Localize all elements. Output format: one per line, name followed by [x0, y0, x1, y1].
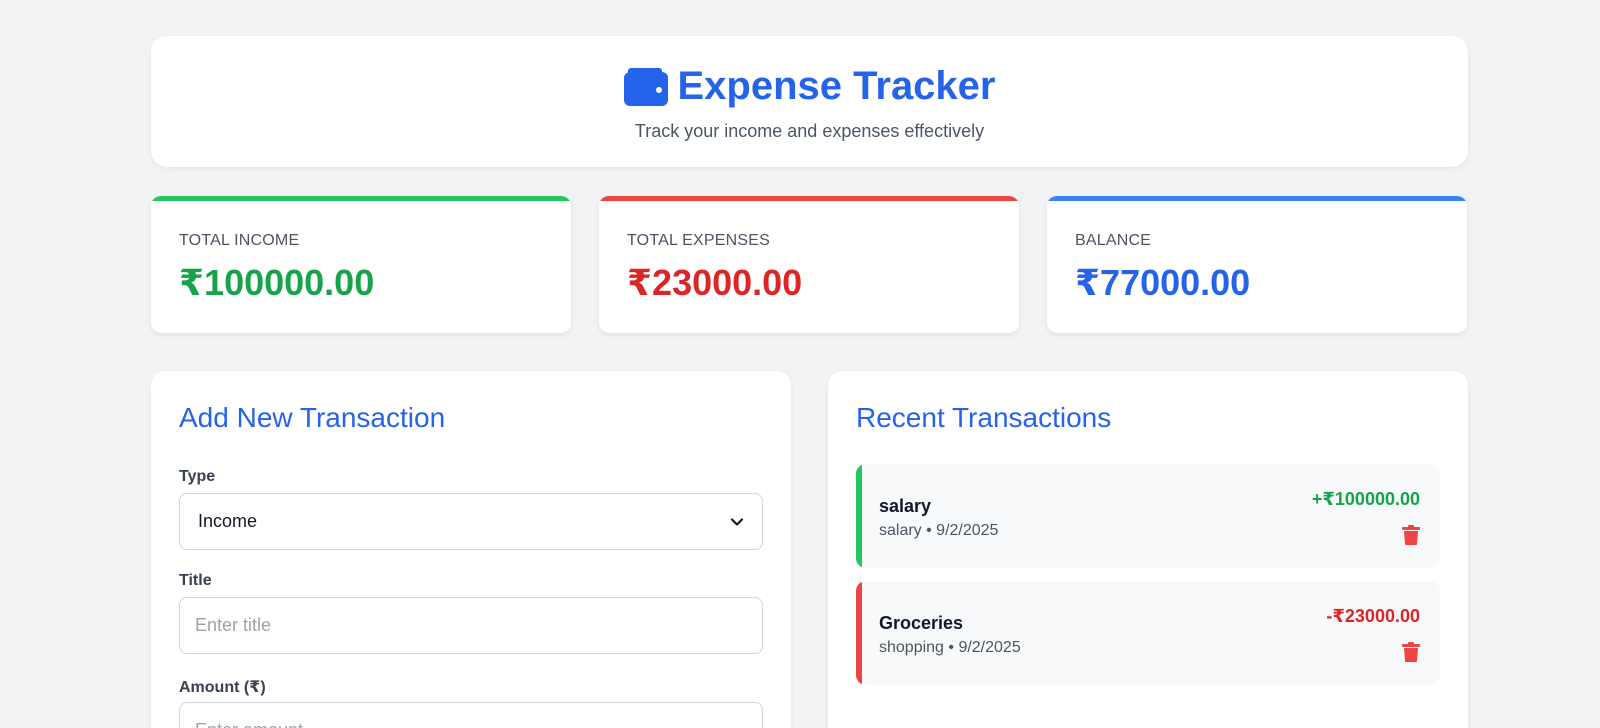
recent-transactions-title: Recent Transactions — [856, 402, 1112, 433]
balance-card-accent — [1047, 196, 1467, 201]
income-card-accent — [151, 196, 571, 201]
transaction-meta: shopping • 9/2/2025 — [879, 639, 1021, 656]
income-value: ₹100000.00 — [179, 262, 375, 303]
income-label: TOTAL INCOME — [179, 232, 300, 249]
app-header: Expense Tracker Track your income and ex… — [151, 36, 1468, 167]
balance-card: BALANCE ₹77000.00 — [1047, 196, 1467, 333]
expense-indicator — [856, 581, 862, 685]
amount-input[interactable] — [195, 720, 744, 728]
transaction-title: salary — [879, 496, 932, 516]
transaction-amount: -₹23000.00 — [1326, 606, 1420, 626]
expense-card-accent — [599, 196, 1019, 201]
app-subtitle: Track your income and expenses effective… — [634, 121, 985, 141]
trash-icon[interactable] — [1402, 642, 1420, 662]
balance-label: BALANCE — [1075, 232, 1152, 249]
type-select[interactable]: Income — [179, 493, 763, 550]
app-root: Expense Tracker Track your income and ex… — [0, 0, 1600, 728]
type-label: Type — [179, 468, 216, 485]
app-title: Expense Tracker — [677, 64, 996, 108]
transaction-amount: +₹100000.00 — [1311, 489, 1420, 509]
transaction-meta: salary • 9/2/2025 — [879, 522, 999, 539]
title-input[interactable] — [195, 615, 744, 636]
transaction-title: Groceries — [879, 613, 964, 633]
transaction-item: salary salary • 9/2/2025 +₹100000.00 — [856, 464, 1440, 568]
page-title: Expense Tracker — [151, 64, 1468, 109]
wallet-icon — [623, 67, 668, 106]
add-transaction-panel: Add New Transaction Type Income Title Am… — [151, 371, 791, 728]
title-field[interactable] — [179, 597, 763, 654]
amount-field[interactable] — [179, 702, 763, 728]
transaction-item: Groceries shopping • 9/2/2025 -₹23000.00 — [856, 581, 1440, 685]
type-select-value: Income — [198, 511, 258, 531]
income-indicator — [856, 464, 862, 568]
expense-card: TOTAL EXPENSES ₹23000.00 — [599, 196, 1019, 333]
balance-value: ₹77000.00 — [1075, 262, 1251, 303]
amount-label: Amount (₹) — [179, 679, 266, 696]
trash-icon[interactable] — [1402, 525, 1420, 545]
expense-label: TOTAL EXPENSES — [627, 232, 770, 249]
add-transaction-title: Add New Transaction — [179, 402, 446, 433]
title-label: Title — [179, 572, 212, 589]
income-card: TOTAL INCOME ₹100000.00 — [151, 196, 571, 333]
recent-transactions-panel: Recent Transactions salary salary • 9/2/… — [828, 371, 1468, 728]
expense-value: ₹23000.00 — [627, 262, 803, 303]
chevron-down-icon — [730, 517, 744, 526]
